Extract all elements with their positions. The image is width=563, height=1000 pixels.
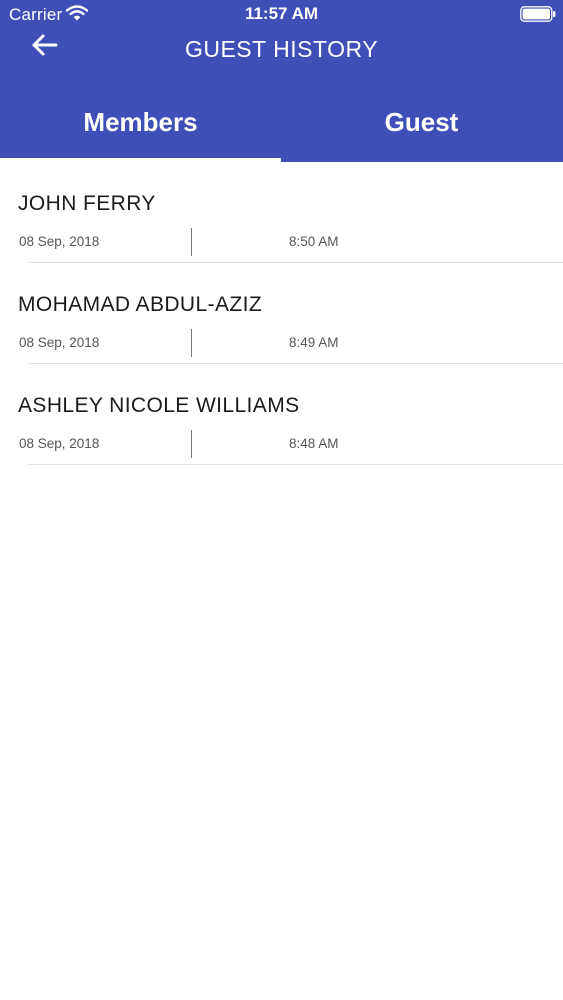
visit-time: 8:50 AM — [289, 234, 339, 249]
tab-bar: Members Guest — [0, 88, 563, 162]
visit-time: 8:48 AM — [289, 436, 339, 451]
battery-icon — [520, 6, 556, 22]
guest-history-screen: Carrier 11:57 AM GUEST HISTORY Members G… — [0, 0, 563, 1000]
date-time-separator — [191, 430, 192, 458]
page-title: GUEST HISTORY — [184, 36, 379, 62]
row-divider — [28, 464, 563, 465]
visit-date: 08 Sep, 2018 — [19, 234, 100, 249]
status-time: 11:57 AM — [244, 4, 319, 23]
guest-history-list: JOHN FERRY 08 Sep, 2018 8:50 AM MOHAMAD … — [0, 162, 563, 465]
date-time-separator — [191, 228, 192, 256]
status-bar: Carrier 11:57 AM — [0, 0, 563, 30]
tab-guest[interactable]: Guest — [281, 88, 562, 162]
visit-date: 08 Sep, 2018 — [19, 335, 100, 350]
guest-name: ASHLEY NICOLE WILLIAMS — [18, 394, 300, 417]
list-item[interactable]: JOHN FERRY 08 Sep, 2018 8:50 AM — [0, 162, 563, 263]
guest-name: MOHAMAD ABDUL-AZIZ — [18, 293, 263, 316]
tab-members[interactable]: Members — [0, 88, 281, 162]
list-item[interactable]: ASHLEY NICOLE WILLIAMS 08 Sep, 2018 8:48… — [0, 364, 563, 465]
visit-date: 08 Sep, 2018 — [19, 436, 100, 451]
list-item[interactable]: MOHAMAD ABDUL-AZIZ 08 Sep, 2018 8:49 AM — [0, 263, 563, 364]
date-time-separator — [191, 329, 192, 357]
guest-name: JOHN FERRY — [18, 192, 156, 215]
visit-time: 8:49 AM — [289, 335, 339, 350]
app-header: Carrier 11:57 AM GUEST HISTORY Members G… — [0, 0, 563, 162]
